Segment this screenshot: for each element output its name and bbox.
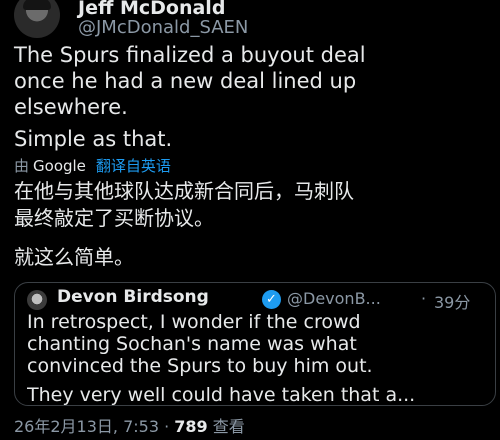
translate-link[interactable]: 翻译自英语	[96, 157, 171, 175]
tweet-timestamp[interactable]: 26年2月13日, 7:53 ·	[14, 417, 174, 436]
quoted-author-name[interactable]: Devon Birdsong	[57, 287, 209, 307]
verified-badge-icon: ✓	[262, 290, 281, 309]
tweet-meta: 26年2月13日, 7:53 · 789 查看	[14, 413, 245, 437]
view-count: 789	[174, 417, 208, 436]
author-avatar[interactable]	[14, 0, 60, 38]
translation-attribution: 由 Google 翻译自英语	[14, 155, 171, 176]
views-label: 查看	[212, 417, 245, 436]
tweet-text-translated: 在他与其他球队达成新合同后，马刺队 最终敲定了买断协议。	[14, 179, 354, 230]
tweet-text-english: The Spurs finalized a buyout deal once h…	[14, 43, 366, 119]
tweet-text-translated-2: 就这么简单。	[14, 245, 134, 269]
quoted-tweet[interactable]: Devon Birdsong ✓ @DevonB... · 39分 In ret…	[14, 282, 496, 406]
quoted-author-handle[interactable]: @DevonB...	[287, 289, 381, 308]
translate-by-label: 由	[14, 157, 30, 175]
tweet-header: Jeff McDonald @JMcDonald_SAEN	[0, 0, 500, 38]
author-handle[interactable]: @JMcDonald_SAEN	[78, 17, 248, 38]
quoted-text: In retrospect, I wonder if the crowd cha…	[27, 311, 373, 377]
quoted-timestamp[interactable]: 39分	[434, 289, 470, 313]
tweet-text-english-2: Simple as that.	[14, 127, 173, 151]
quoted-author-avatar[interactable]	[27, 290, 47, 310]
quoted-text-truncated: They very well could have taken that a..…	[27, 384, 416, 406]
google-label: Google	[33, 157, 86, 175]
separator-dot: ·	[421, 289, 427, 308]
